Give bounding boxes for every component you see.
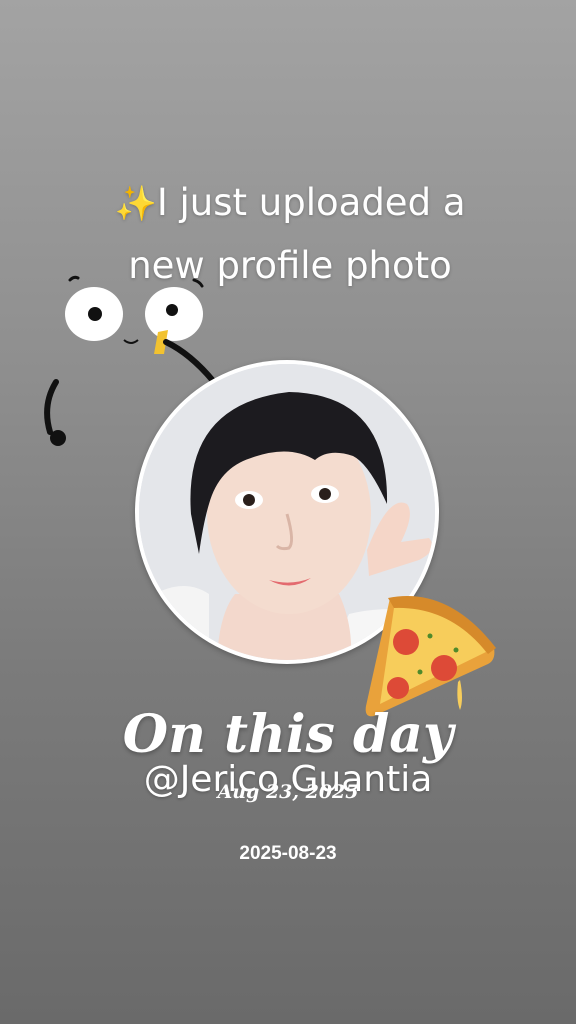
story-date-iso: 2025-08-23 xyxy=(239,843,337,864)
headline-text-1: I just uploaded a xyxy=(156,181,466,224)
sparkle-icon: ✨ xyxy=(114,184,157,224)
story-date-long: Aug 23, 2025 xyxy=(217,781,359,803)
headline-line-1: ✨I just uploaded a xyxy=(40,172,540,235)
